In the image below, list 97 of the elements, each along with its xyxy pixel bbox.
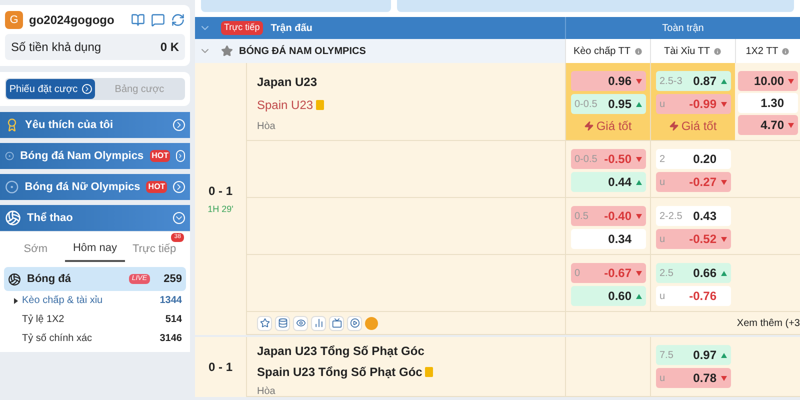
eye-icon[interactable] — [293, 316, 308, 330]
away-team: Spain U23 — [257, 97, 314, 114]
draw-label: Hòa — [257, 120, 276, 134]
match-time: 1H 29' — [208, 202, 234, 216]
header-title: Trận đấu — [270, 22, 312, 36]
sport-tab[interactable]: Sớm — [6, 236, 66, 262]
info-icon — [712, 46, 722, 56]
lightning-icon — [584, 121, 594, 131]
sport-count: 259 — [162, 272, 182, 287]
odds-button[interactable]: 2-2.5 0.43 — [656, 206, 730, 226]
match-score: 0 - 1 — [208, 359, 232, 376]
down-triangle-icon — [720, 376, 726, 380]
away-team: Spain U23 Tổng Số Phạt Góc — [257, 364, 422, 381]
chevron-down-icon — [173, 212, 185, 224]
more-link[interactable]: Xem thêm (+3 — [565, 312, 800, 334]
menu-label: Bóng đá Nam Olympics — [20, 148, 144, 164]
hot-badge: HOT — [150, 150, 170, 162]
down-triangle-icon — [720, 236, 726, 242]
down-triangle-icon — [720, 180, 726, 184]
balance-value: 0 K — [160, 39, 179, 56]
chat-icon[interactable] — [151, 13, 165, 27]
menu-item[interactable]: Yêu thích của tôi — [0, 112, 190, 138]
database-icon[interactable] — [275, 316, 290, 330]
down-triangle-icon — [788, 78, 794, 84]
info-icon — [781, 46, 790, 56]
home-team: Japan U23 Tổng Số Phạt Góc — [257, 343, 426, 360]
odds-button[interactable]: 10.00 — [738, 71, 798, 91]
ribbon-icon — [5, 118, 19, 132]
menu-label: Thể thao — [27, 210, 73, 226]
column-header: Tài Xỉu TT — [650, 39, 735, 63]
down-triangle-icon — [636, 156, 642, 162]
sub-item[interactable]: Kèo chấp & tài xỉu 1344 — [0, 291, 190, 310]
hot-badge: HOT — [146, 181, 168, 193]
play-icon[interactable] — [347, 316, 362, 330]
sub-item-count: 3146 — [160, 332, 182, 346]
up-triangle-icon — [720, 352, 726, 358]
info-icon — [634, 46, 643, 56]
lightning-icon — [669, 121, 680, 131]
down-triangle-icon — [788, 122, 794, 128]
down-triangle-icon — [720, 102, 726, 106]
league-name: BÓNG ĐÁ NAM OLYMPICS — [239, 44, 366, 58]
best-price-label: Giá tốt — [584, 117, 632, 135]
column-header: 1X2 TT — [735, 39, 800, 63]
odds-button[interactable]: 0-0.5 0.95 — [570, 94, 646, 114]
book-icon[interactable] — [131, 13, 145, 27]
odds-button[interactable]: 2.5-3 0.87 — [656, 71, 730, 91]
menu-label: Bóng đá Nữ Olympics — [24, 180, 140, 195]
odds-button[interactable]: 0.60 — [570, 286, 646, 306]
slip-tab[interactable]: Phiếu đặt cược — [6, 79, 95, 99]
sub-item-count: 1344 — [160, 294, 182, 308]
live-badge: Trực tiếp — [221, 21, 263, 35]
draw-label: Hòa — [257, 385, 276, 399]
caret-icon — [14, 298, 18, 304]
chevron-right-icon — [173, 181, 185, 193]
sport-tab[interactable]: Hôm nay — [65, 236, 125, 262]
home-team: Japan U23 — [257, 74, 318, 91]
best-price-label: Giá tốt — [669, 117, 717, 135]
odds-button[interactable]: 7.5 0.97 — [656, 345, 730, 365]
balance-label: Số tiền khả dụng — [11, 39, 102, 56]
menu-item[interactable]: Bóng đá Nữ Olympics HOT — [0, 174, 190, 200]
odds-button[interactable]: 0.44 — [570, 172, 646, 192]
up-triangle-icon — [636, 180, 642, 184]
sub-item-label: Tỷ số chính xác — [22, 332, 92, 346]
down-triangle-icon — [636, 270, 642, 276]
match-score: 0 - 1 — [208, 182, 232, 200]
odds-button[interactable]: 0.96 — [570, 71, 646, 91]
down-triangle-icon — [636, 78, 642, 84]
sub-item[interactable]: Tỷ lệ 1X2 514 — [0, 310, 190, 329]
odds-button[interactable]: 0.34 — [570, 229, 646, 249]
column-header: Kèo chấp TT — [565, 39, 650, 63]
odds-button[interactable]: u -0.76 — [656, 286, 730, 306]
chevron-right-icon — [173, 119, 185, 131]
odds-button[interactable]: 4.70 — [738, 115, 798, 135]
up-triangle-icon — [720, 78, 726, 84]
bar-chart-icon[interactable] — [311, 316, 326, 330]
sub-item-label: Kèo chấp & tài xỉu — [22, 294, 103, 308]
up-triangle-icon — [636, 294, 642, 298]
up-triangle-icon — [720, 270, 726, 276]
tv-icon[interactable] — [329, 316, 344, 330]
sub-item-count: 514 — [165, 313, 182, 327]
odds-button[interactable]: u 0.78 — [656, 368, 730, 388]
refresh-icon[interactable] — [171, 13, 185, 27]
odds-button[interactable]: 2 0.20 — [656, 149, 730, 169]
username: go2024gogogo — [29, 12, 114, 29]
sub-item-label: Tỷ lệ 1X2 — [22, 313, 64, 327]
odds-button[interactable]: 1.30 — [738, 93, 798, 113]
avatar: G — [5, 11, 23, 29]
star-icon[interactable] — [221, 45, 233, 57]
menu-item[interactable]: Bóng đá Nam Olympics HOT — [0, 143, 190, 169]
menu-label: Yêu thích của tôi — [25, 118, 114, 133]
down-triangle-icon — [636, 214, 642, 218]
up-triangle-icon — [636, 102, 642, 106]
odds-button[interactable]: 2.5 0.66 — [656, 263, 730, 283]
sub-item[interactable]: Tỷ số chính xác 3146 — [0, 329, 190, 348]
sport-label: Bóng đá — [27, 272, 71, 287]
menu-item[interactable]: Thể thao — [0, 205, 190, 231]
chevron-right-icon — [176, 150, 185, 162]
